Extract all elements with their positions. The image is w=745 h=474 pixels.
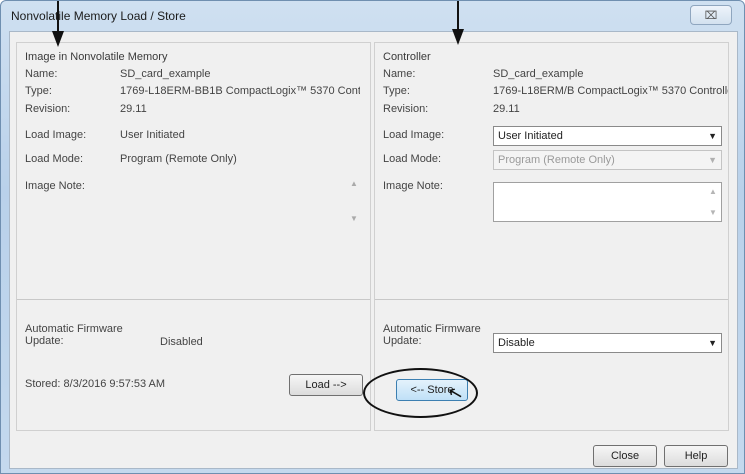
nonvolatile-heading: Image in Nonvolatile Memory [25,51,168,63]
ctrl-name-value: SD_card_example [493,68,584,80]
dropdown-arrow-icon: ▼ [708,338,717,348]
ctrl-fw-label: Automatic Firmware Update: [383,323,481,347]
load-button[interactable]: Load --> [289,374,363,396]
nonvolatile-memory-dialog: Nonvolatile Memory Load / Store ⌧ Image … [0,0,745,474]
window-close-button[interactable]: ⌧ [690,5,732,25]
nv-revision-value: 29.11 [120,103,147,115]
dropdown-arrow-icon: ▼ [708,131,717,141]
window-title: Nonvolatile Memory Load / Store [11,9,186,23]
close-icon: ⌧ [704,9,718,22]
title-bar: Nonvolatile Memory Load / Store ⌧ [1,1,744,31]
scroll-down-icon: ▼ [350,214,358,223]
ctrl-fw-label-line2: Update: [383,335,422,347]
nv-fw-label: Automatic Firmware Update: [25,323,123,347]
nv-fw-label-line2: Update: [25,335,64,347]
load-mode-selected: Program (Remote Only) [498,154,615,166]
scroll-down-icon: ▼ [709,208,717,217]
nv-type-label: Type: [25,85,52,97]
nv-type-value: 1769-L18ERM-BB1B CompactLogix™ 5370 Cont… [120,85,360,97]
close-button[interactable]: Close [593,445,657,467]
ctrl-image-note-label: Image Note: [383,180,443,192]
load-image-selected: User Initiated [498,130,563,142]
nv-revision-label: Revision: [25,103,71,115]
firmware-update-dropdown[interactable]: Disable ▼ [493,333,722,353]
ctrl-note-scrollbar[interactable]: ▲ ▼ [709,187,717,217]
nv-image-note: ▲ ▼ [120,175,362,235]
stored-timestamp: Stored: 8/3/2016 9:57:53 AM [25,378,166,390]
nv-image-note-label: Image Note: [25,180,85,192]
nv-load-mode-value: Program (Remote Only) [120,153,237,165]
nv-fw-value: Disabled [160,336,203,348]
nonvolatile-memory-panel: Image in Nonvolatile Memory Name: SD_car… [16,42,371,431]
ctrl-type-value: 1769-L18ERM/B CompactLogix™ 5370 Control… [493,85,728,97]
ctrl-type-label: Type: [383,85,410,97]
ctrl-name-label: Name: [383,68,416,80]
nv-name-value: SD_card_example [120,68,211,80]
ctrl-fw-label-line1: Automatic Firmware [383,323,481,335]
firmware-update-selected: Disable [498,337,535,349]
scroll-up-icon: ▲ [350,179,358,188]
callout-arrowhead-right-icon [452,29,464,45]
nv-load-image-value: User Initiated [120,129,185,141]
controller-heading: Controller [383,51,431,63]
nv-load-image-label: Load Image: [25,129,87,141]
scroll-up-icon: ▲ [709,187,717,196]
load-mode-dropdown: Program (Remote Only) ▼ [493,150,722,170]
image-note-textarea[interactable]: ▲ ▼ [493,182,722,222]
nv-name-label: Name: [25,68,58,80]
ctrl-load-image-label: Load Image: [383,129,445,141]
nv-note-scrollbar: ▲ ▼ [350,179,358,223]
nv-load-mode-label: Load Mode: [25,153,84,165]
ctrl-load-mode-label: Load Mode: [383,153,442,165]
help-button[interactable]: Help [664,445,728,467]
ctrl-revision-value: 29.11 [493,103,520,115]
nv-fw-label-line1: Automatic Firmware [25,323,123,335]
load-image-dropdown[interactable]: User Initiated ▼ [493,126,722,146]
ctrl-revision-label: Revision: [383,103,429,115]
ctrl-divider [375,299,728,300]
callout-arrowhead-left-icon [52,31,64,47]
callout-arrow-left [57,1,59,33]
nv-divider [17,299,370,300]
dropdown-arrow-icon: ▼ [708,155,717,165]
callout-arrow-right [457,1,459,31]
